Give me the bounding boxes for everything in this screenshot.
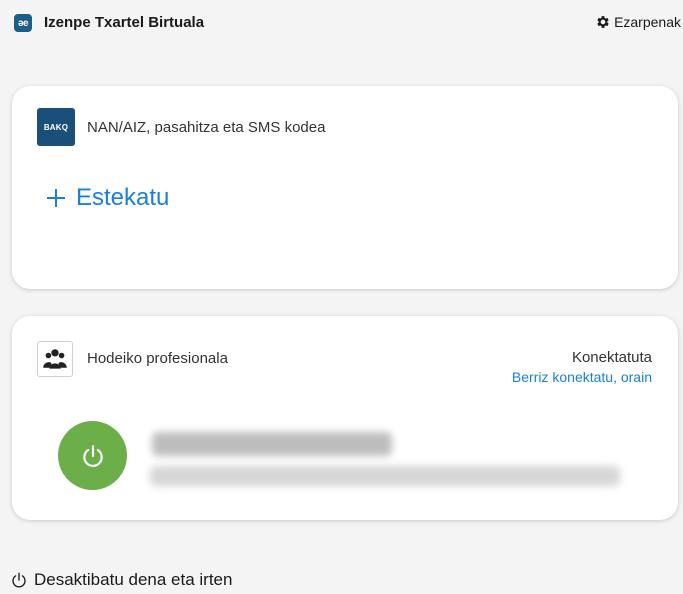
provider-card-cloud: Hodeiko profesionala Konektatuta Berriz … [12,316,678,520]
logout-button[interactable]: Desaktibatu dena eta irten [10,570,232,590]
power-icon [12,572,26,588]
status-text: Konektatuta [571,349,652,366]
power-icon [82,444,103,467]
people-icon [37,341,73,377]
link-button[interactable]: Estekatu [46,184,169,212]
provider-card-nan: BAKQ NAN/AIZ, pasahitza eta SMS kodea Es… [12,86,678,289]
connection-status: Konektatuta Berriz konektatu, orain [512,349,652,385]
provider-name: NAN/AIZ, pasahitza eta SMS kodea [87,119,326,136]
logout-label: Desaktibatu dena eta irten [34,570,233,589]
app-header: əe Izenpe Txartel Birtuala Ezarpenak [0,0,683,48]
settings-label: Ezarpenak [614,14,681,30]
provider-name: Hodeiko profesionala [87,350,228,367]
bakq-icon: BAKQ [37,108,75,146]
settings-button[interactable]: Ezarpenak [595,14,681,30]
blurred-user-name [152,432,392,456]
app-title: Izenpe Txartel Birtuala [44,14,205,31]
plus-icon [47,189,65,207]
link-button-label: Estekatu [76,184,170,211]
gear-icon [597,16,609,28]
reconnect-link[interactable]: Berriz konektatu, orain [512,369,652,385]
power-toggle-button[interactable] [58,421,127,490]
blurred-user-details [150,466,620,486]
app-logo: əe [14,14,32,32]
